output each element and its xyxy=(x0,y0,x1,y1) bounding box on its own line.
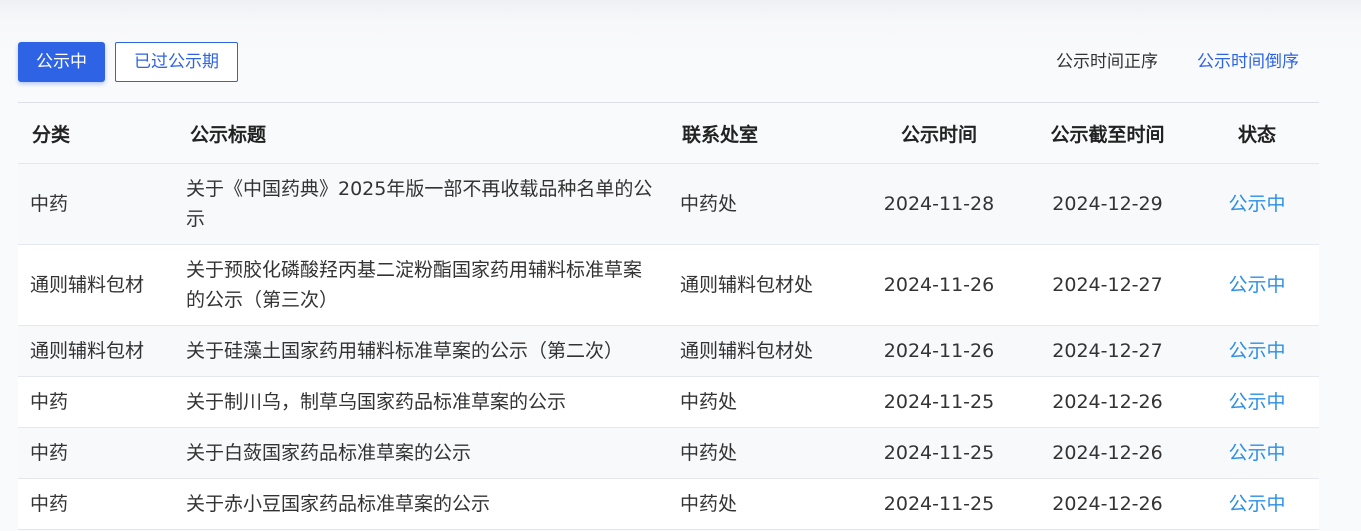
cell-publish-date: 2024-11-26 xyxy=(858,325,1020,377)
announcement-table: 分类 公示标题 联系处室 公示时间 公示截至时间 状态 中药 关于《中国药典》2… xyxy=(18,102,1319,530)
cell-title-link[interactable]: 关于制川乌，制草乌国家药品标准草案的公示 xyxy=(174,376,672,428)
table-row[interactable]: 中药 关于赤小豆国家药品标准草案的公示 中药处 2024-11-25 2024-… xyxy=(18,478,1319,530)
cell-department: 中药处 xyxy=(672,478,858,530)
cell-publish-date: 2024-11-25 xyxy=(858,478,1020,530)
cell-title-link[interactable]: 关于赤小豆国家药品标准草案的公示 xyxy=(174,478,672,530)
cell-title-link[interactable]: 关于白蔹国家药品标准草案的公示 xyxy=(174,427,672,479)
cell-category: 通则辅料包材 xyxy=(18,325,174,377)
cell-publish-date: 2024-11-28 xyxy=(858,163,1020,245)
toolbar: 公示中 已过公示期 公示时间正序 公示时间倒序 xyxy=(18,42,1319,82)
table-row[interactable]: 通则辅料包材 关于硅藻土国家药用辅料标准草案的公示（第二次） 通则辅料包材处 2… xyxy=(18,325,1319,377)
cell-publish-date: 2024-11-25 xyxy=(858,427,1020,479)
cell-category: 中药 xyxy=(18,376,174,428)
table-row[interactable]: 中药 关于《中国药典》2025年版一部不再收载品种名单的公示 中药处 2024-… xyxy=(18,163,1319,245)
cell-title-link[interactable]: 关于预胶化磷酸羟丙基二淀粉酯国家药用辅料标准草案的公示（第三次） xyxy=(174,244,672,326)
header-publish-date: 公示时间 xyxy=(858,103,1020,164)
cell-publish-date: 2024-11-25 xyxy=(858,376,1020,428)
cell-status: 公示中 xyxy=(1195,478,1319,530)
cell-department: 通则辅料包材处 xyxy=(672,244,858,326)
cell-category: 中药 xyxy=(18,163,174,245)
header-department: 联系处室 xyxy=(672,103,858,164)
cell-category: 中药 xyxy=(18,427,174,479)
cell-status: 公示中 xyxy=(1195,376,1319,428)
cell-department: 中药处 xyxy=(672,427,858,479)
cell-deadline: 2024-12-29 xyxy=(1020,163,1195,245)
cell-status: 公示中 xyxy=(1195,427,1319,479)
cell-department: 中药处 xyxy=(672,163,858,245)
cell-status: 公示中 xyxy=(1195,325,1319,377)
cell-category: 中药 xyxy=(18,478,174,530)
sort-descending-link[interactable]: 公示时间倒序 xyxy=(1197,51,1299,73)
cell-status: 公示中 xyxy=(1195,244,1319,326)
table-row[interactable]: 通则辅料包材 关于预胶化磷酸羟丙基二淀粉酯国家药用辅料标准草案的公示（第三次） … xyxy=(18,244,1319,326)
header-status: 状态 xyxy=(1195,103,1319,164)
header-category: 分类 xyxy=(18,103,174,164)
cell-deadline: 2024-12-27 xyxy=(1020,325,1195,377)
cell-deadline: 2024-12-26 xyxy=(1020,478,1195,530)
cell-department: 中药处 xyxy=(672,376,858,428)
cell-deadline: 2024-12-27 xyxy=(1020,244,1195,326)
header-title: 公示标题 xyxy=(174,103,672,164)
cell-deadline: 2024-12-26 xyxy=(1020,427,1195,479)
table-header-row: 分类 公示标题 联系处室 公示时间 公示截至时间 状态 xyxy=(18,103,1319,164)
cell-title-link[interactable]: 关于《中国药典》2025年版一部不再收载品种名单的公示 xyxy=(174,163,672,245)
cell-title-link[interactable]: 关于硅藻土国家药用辅料标准草案的公示（第二次） xyxy=(174,325,672,377)
cell-status: 公示中 xyxy=(1195,163,1319,245)
cell-publish-date: 2024-11-26 xyxy=(858,244,1020,326)
sort-ascending-link[interactable]: 公示时间正序 xyxy=(1056,51,1158,73)
tab-expired-button[interactable]: 已过公示期 xyxy=(115,42,238,82)
announcement-page: 公示中 已过公示期 公示时间正序 公示时间倒序 分类 公示标题 联系处室 公示时… xyxy=(0,0,1361,531)
table-row[interactable]: 中药 关于白蔹国家药品标准草案的公示 中药处 2024-11-25 2024-1… xyxy=(18,427,1319,479)
header-deadline: 公示截至时间 xyxy=(1020,103,1195,164)
cell-department: 通则辅料包材处 xyxy=(672,325,858,377)
tab-in-publicity-button[interactable]: 公示中 xyxy=(18,42,105,82)
cell-category: 通则辅料包材 xyxy=(18,244,174,326)
cell-deadline: 2024-12-26 xyxy=(1020,376,1195,428)
table-row[interactable]: 中药 关于制川乌，制草乌国家药品标准草案的公示 中药处 2024-11-25 2… xyxy=(18,376,1319,428)
